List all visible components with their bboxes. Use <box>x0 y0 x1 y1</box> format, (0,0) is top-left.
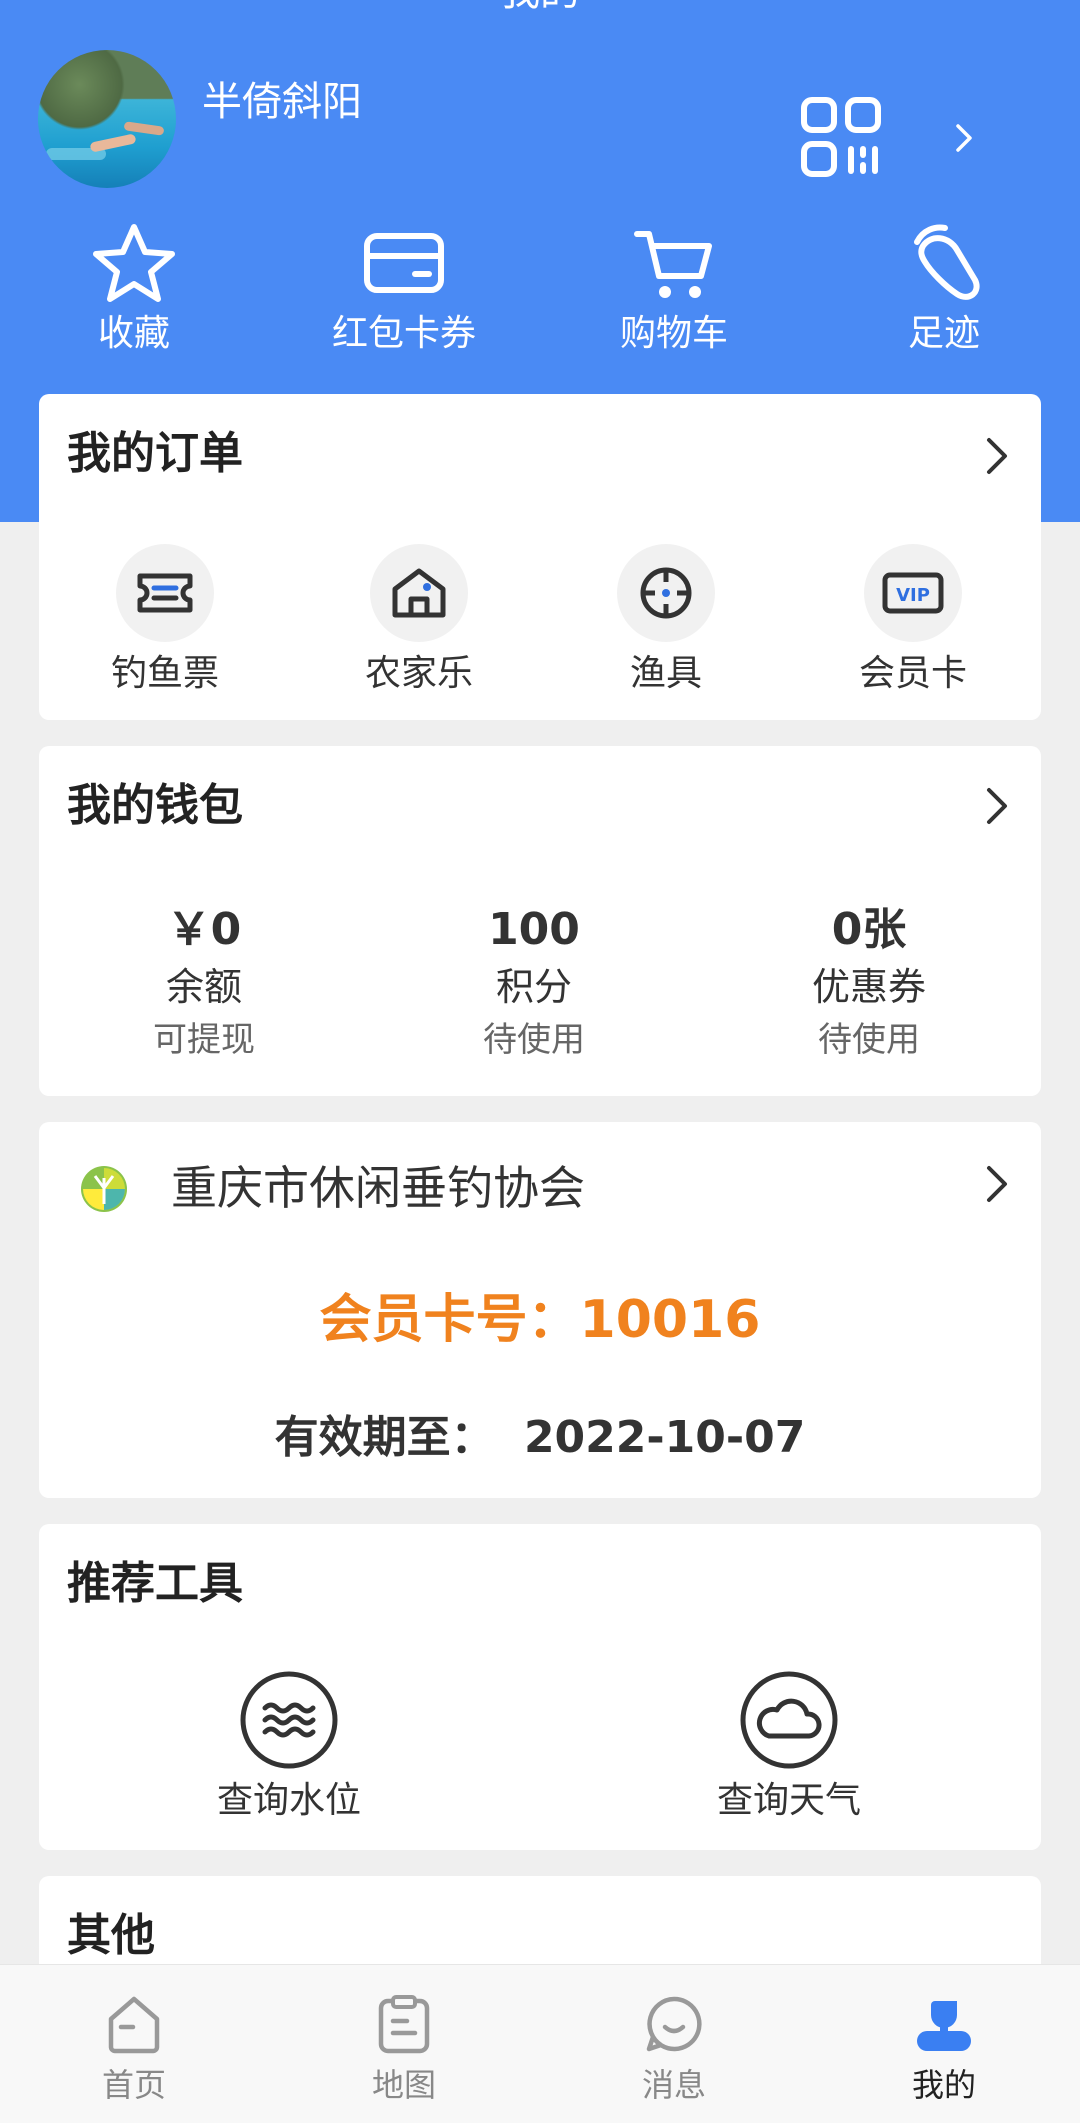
nav-label: 地图 <box>371 2066 436 2104</box>
username[interactable]: 半倚斜阳 <box>202 78 362 126</box>
order-member-card[interactable]: VIP 会员卡 <box>813 544 1013 696</box>
card-number-label: 会员卡号： <box>319 1290 580 1350</box>
card-number-value: 10016 <box>579 1290 761 1350</box>
other-title: 其他 <box>67 1910 155 1961</box>
order-label: 渔具 <box>629 653 702 694</box>
message-icon <box>646 1996 702 2052</box>
quick-link-label: 收藏 <box>97 313 170 354</box>
water-level-icon <box>240 1671 338 1769</box>
association-name: 重庆市休闲垂钓协会 <box>171 1161 585 1215</box>
quick-link-coupons[interactable]: 红包卡券 <box>304 222 504 362</box>
wallet-value: 100 <box>488 904 580 955</box>
vip-icon: VIP <box>864 544 962 642</box>
footprint-icon <box>914 224 980 300</box>
wallet-sub: 待使用 <box>483 1020 585 1060</box>
chevron-right-icon[interactable] <box>983 784 1013 828</box>
chevron-right-icon[interactable] <box>983 434 1013 478</box>
wallet-coupons[interactable]: 0张 优惠券 待使用 <box>749 902 989 1062</box>
home-icon <box>108 1996 160 2054</box>
house-icon <box>370 544 468 642</box>
wallet-sub: 可提现 <box>153 1020 255 1060</box>
nav-map[interactable]: 地图 <box>304 1993 504 2105</box>
wallet-value: ￥0 <box>166 904 242 955</box>
svg-text:VIP: VIP <box>896 585 930 606</box>
nav-home[interactable]: 首页 <box>34 1993 234 2105</box>
quick-link-favorites[interactable]: 收藏 <box>34 222 234 362</box>
nav-label: 消息 <box>641 2066 706 2104</box>
quick-link-label: 足迹 <box>907 313 980 354</box>
wallet-points[interactable]: 100 积分 待使用 <box>414 902 654 1062</box>
star-icon <box>93 224 175 302</box>
ticket-icon <box>116 544 214 642</box>
order-label: 会员卡 <box>858 653 967 694</box>
wallet-name: 优惠券 <box>811 965 926 1009</box>
qr-code-icon[interactable] <box>800 96 884 180</box>
order-tackle[interactable]: 渔具 <box>566 544 766 696</box>
expiry-date: 有效期至： 2022-10-07 <box>39 1410 1041 1466</box>
card-icon <box>364 233 444 293</box>
nav-profile[interactable]: 我的 <box>844 1993 1044 2105</box>
expiry-label: 有效期至： <box>274 1412 495 1463</box>
target-icon <box>617 544 715 642</box>
orders-card: 我的订单 钓鱼票 农家乐 渔具 VIP 会员卡 <box>39 394 1041 720</box>
page-title: 我的 <box>0 0 1080 14</box>
chevron-right-icon[interactable] <box>983 1162 1013 1206</box>
map-icon <box>378 1995 430 2054</box>
cart-icon <box>634 231 712 298</box>
wallet-value: 0张 <box>831 904 907 955</box>
tools-card: 推荐工具 查询水位 查询天气 <box>39 1524 1041 1850</box>
wallet-title: 我的钱包 <box>67 780 243 831</box>
wallet-name: 积分 <box>495 965 572 1009</box>
quick-link-label: 购物车 <box>619 313 728 354</box>
tool-label: 查询水位 <box>216 1780 361 1821</box>
order-label: 钓鱼票 <box>110 653 219 694</box>
chevron-right-icon[interactable] <box>952 120 978 156</box>
quick-link-footprint[interactable]: 足迹 <box>844 222 1044 362</box>
orders-title: 我的订单 <box>67 428 243 479</box>
nav-messages[interactable]: 消息 <box>574 1993 774 2105</box>
order-farmhouse[interactable]: 农家乐 <box>319 544 519 696</box>
wallet-card: 我的钱包 ￥0 余额 可提现 100 积分 待使用 0张 优惠券 待使用 <box>39 746 1041 1096</box>
avatar-photo-detail <box>89 133 137 153</box>
quick-links: 收藏 红包卡券 购物车 足迹 <box>0 222 1080 362</box>
nav-label: 我的 <box>911 2066 976 2104</box>
association-logo <box>79 1164 129 1214</box>
profile-icon <box>917 2001 971 2051</box>
wallet-name: 余额 <box>165 965 242 1009</box>
tool-weather[interactable]: 查询天气 <box>659 1670 919 1824</box>
member-card-number: 会员卡号：10016 <box>39 1287 1041 1353</box>
membership-card[interactable]: 重庆市休闲垂钓协会 会员卡号：10016 有效期至： 2022-10-07 <box>39 1122 1041 1498</box>
tools-title: 推荐工具 <box>67 1558 243 1609</box>
avatar[interactable] <box>38 50 176 188</box>
quick-link-cart[interactable]: 购物车 <box>574 222 774 362</box>
order-fishing-ticket[interactable]: 钓鱼票 <box>65 544 265 696</box>
weather-icon <box>740 1671 838 1769</box>
bottom-nav: 首页 地图 消息 我的 <box>0 1964 1080 2123</box>
wallet-sub: 待使用 <box>818 1020 920 1060</box>
tool-label: 查询天气 <box>716 1780 861 1821</box>
expiry-value: 2022-10-07 <box>523 1412 806 1463</box>
nav-label: 首页 <box>101 2066 166 2104</box>
order-label: 农家乐 <box>364 653 473 694</box>
wallet-balance[interactable]: ￥0 余额 可提现 <box>84 902 324 1062</box>
quick-link-label: 红包卡券 <box>331 313 476 354</box>
tool-water-level[interactable]: 查询水位 <box>159 1670 419 1824</box>
